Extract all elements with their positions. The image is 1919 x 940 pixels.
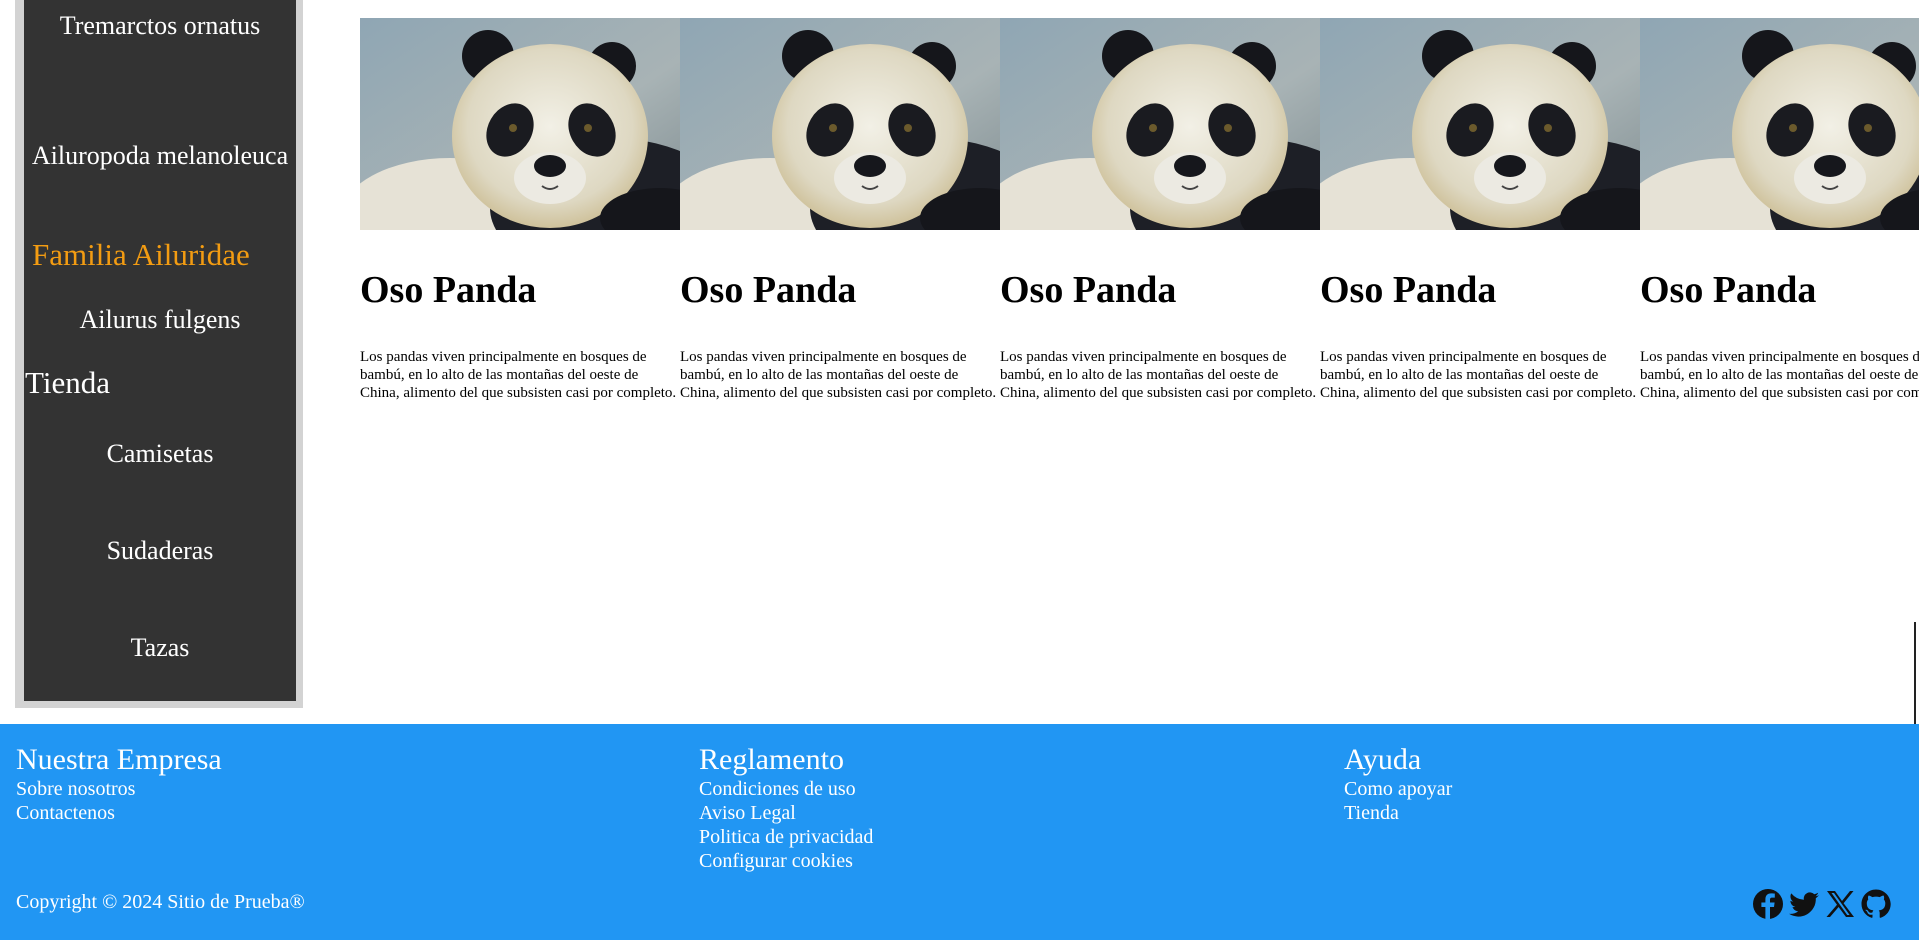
card: Oso Panda Los pandas viven principalment… — [680, 18, 1000, 428]
footer: Nuestra Empresa Sobre nosotros Contacten… — [0, 724, 1919, 940]
social-links — [1752, 888, 1892, 920]
copyright-text: Copyright © 2024 Sitio de Prueba® — [16, 891, 305, 913]
sidebar-item-ailurus-fulgens[interactable]: Ailurus fulgens — [24, 303, 296, 336]
panda-image — [1000, 18, 1320, 230]
footer-link-sobre-nosotros[interactable]: Sobre nosotros — [16, 777, 222, 801]
card: Oso Panda Los pandas viven principalment… — [360, 18, 680, 428]
card-text: Los pandas viven principalmente en bosqu… — [1640, 349, 1919, 401]
sidebar-item-ailuropoda-melanoleuca[interactable]: Ailuropoda melanoleuca — [24, 139, 296, 172]
facebook-icon[interactable] — [1752, 888, 1784, 920]
footer-column-empresa: Nuestra Empresa Sobre nosotros Contacten… — [16, 743, 222, 825]
twitter-bird-icon[interactable] — [1788, 888, 1820, 920]
card: Oso Panda Los pandas viven principalment… — [1000, 18, 1320, 428]
card-text: Los pandas viven principalmente en bosqu… — [360, 349, 677, 401]
footer-link-aviso-legal[interactable]: Aviso Legal — [699, 801, 873, 825]
footer-link-cookies[interactable]: Configurar cookies — [699, 849, 873, 873]
sidebar-item-sudaderas[interactable]: Sudaderas — [24, 534, 296, 567]
panda-image — [1640, 18, 1919, 230]
card-title: Oso Panda — [1640, 269, 1817, 311]
footer-column-ayuda: Ayuda Como apoyar Tienda — [1344, 743, 1452, 825]
card-title: Oso Panda — [1000, 269, 1177, 311]
card: Oso Panda Los pandas viven principalment… — [1320, 18, 1640, 428]
card-title: Oso Panda — [1320, 269, 1497, 311]
panda-image — [680, 18, 1000, 230]
sidebar-item-tazas[interactable]: Tazas — [24, 631, 296, 664]
panda-image — [360, 18, 680, 230]
panda-image — [1320, 18, 1640, 230]
card: Oso Panda Los pandas viven principalment… — [1640, 18, 1919, 428]
card-title: Oso Panda — [680, 269, 857, 311]
footer-link-privacidad[interactable]: Politica de privacidad — [699, 825, 873, 849]
footer-heading: Nuestra Empresa — [16, 743, 222, 776]
sidebar-item-tremarctos-ornatus[interactable]: Tremarctos ornatus — [24, 9, 296, 42]
sidebar-item-camisetas[interactable]: Camisetas — [24, 437, 296, 470]
card-text: Los pandas viven principalmente en bosqu… — [1320, 349, 1637, 401]
footer-link-condiciones[interactable]: Condiciones de uso — [699, 777, 873, 801]
github-icon[interactable] — [1860, 888, 1892, 920]
footer-column-reglamento: Reglamento Condiciones de uso Aviso Lega… — [699, 743, 873, 873]
card-text: Los pandas viven principalmente en bosqu… — [680, 349, 997, 401]
footer-link-como-apoyar[interactable]: Como apoyar — [1344, 777, 1452, 801]
sidebar-section-tienda[interactable]: Tienda — [25, 365, 110, 401]
sidebar: Tremarctos ornatus Ailuropoda melanoleuc… — [24, 0, 296, 701]
footer-link-contactenos[interactable]: Contactenos — [16, 801, 222, 825]
footer-link-tienda[interactable]: Tienda — [1344, 801, 1452, 825]
x-icon[interactable] — [1824, 888, 1856, 920]
sidebar-section-familia-ailuridae[interactable]: Familia Ailuridae — [32, 237, 250, 273]
card-title: Oso Panda — [360, 269, 537, 311]
card-text: Los pandas viven principalmente en bosqu… — [1000, 349, 1317, 401]
footer-heading: Ayuda — [1344, 743, 1422, 776]
footer-heading: Reglamento — [699, 743, 844, 776]
